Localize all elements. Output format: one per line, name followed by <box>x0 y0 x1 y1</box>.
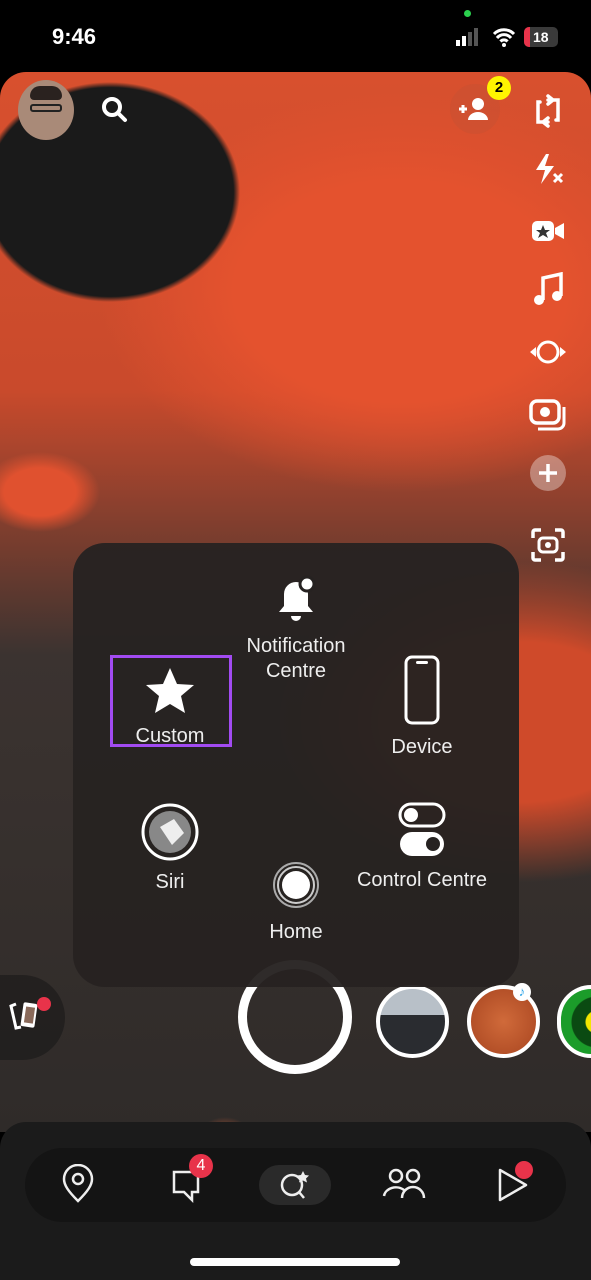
lens-carousel-item[interactable]: ♪ <box>467 983 540 1058</box>
more-tools-button[interactable] <box>530 455 566 491</box>
home-icon <box>273 862 319 908</box>
star-icon <box>146 668 194 713</box>
battery-level: 18 <box>533 29 549 45</box>
control-centre-icon <box>398 802 446 856</box>
friend-requests-badge: 2 <box>487 76 511 100</box>
music-note-icon: ♪ <box>513 983 531 1001</box>
map-icon[interactable] <box>60 1164 96 1204</box>
spotlight-notification-dot <box>515 1161 533 1179</box>
device-icon <box>404 655 440 725</box>
timeline-icon[interactable] <box>528 336 568 368</box>
status-time: 9:46 <box>52 24 97 49</box>
menu-item-label: Custom <box>135 725 205 747</box>
menu-item-control-centre[interactable]: Control Centre <box>347 802 497 893</box>
stories-friends-icon[interactable] <box>382 1166 428 1204</box>
menu-item-label: Control Centre <box>356 869 488 891</box>
chat-unread-badge: 4 <box>189 1154 213 1178</box>
flip-camera-icon[interactable] <box>530 92 566 130</box>
menu-item-label: Device <box>391 736 453 758</box>
home-indicator[interactable] <box>190 1258 400 1266</box>
video-camera-icon[interactable] <box>530 216 566 246</box>
menu-item-label: Home <box>269 921 323 943</box>
search-icon[interactable] <box>100 95 130 125</box>
music-icon[interactable] <box>532 272 564 308</box>
wifi-icon <box>492 28 516 47</box>
menu-item-label: Siri <box>155 871 185 893</box>
plus-icon <box>539 464 557 482</box>
bell-icon <box>279 575 316 621</box>
siri-icon <box>141 803 199 861</box>
flash-off-icon[interactable] <box>530 152 566 186</box>
multi-snap-icon[interactable] <box>528 395 568 431</box>
menu-item-custom[interactable]: Custom <box>95 664 245 749</box>
bitmoji-avatar[interactable] <box>18 80 74 140</box>
menu-item-device[interactable]: Device <box>347 655 497 760</box>
camera-tab[interactable] <box>259 1165 331 1205</box>
memories-notification-dot <box>37 997 51 1011</box>
camera-spotlight-icon <box>280 1171 309 1199</box>
lens-carousel-item[interactable] <box>376 985 449 1058</box>
battery-indicator: 18 <box>524 27 558 47</box>
menu-item-label: Notification Centre <box>246 635 346 682</box>
camera-in-use-indicator <box>464 10 471 17</box>
scan-icon[interactable] <box>530 527 566 563</box>
cellular-signal-icon <box>456 28 478 46</box>
